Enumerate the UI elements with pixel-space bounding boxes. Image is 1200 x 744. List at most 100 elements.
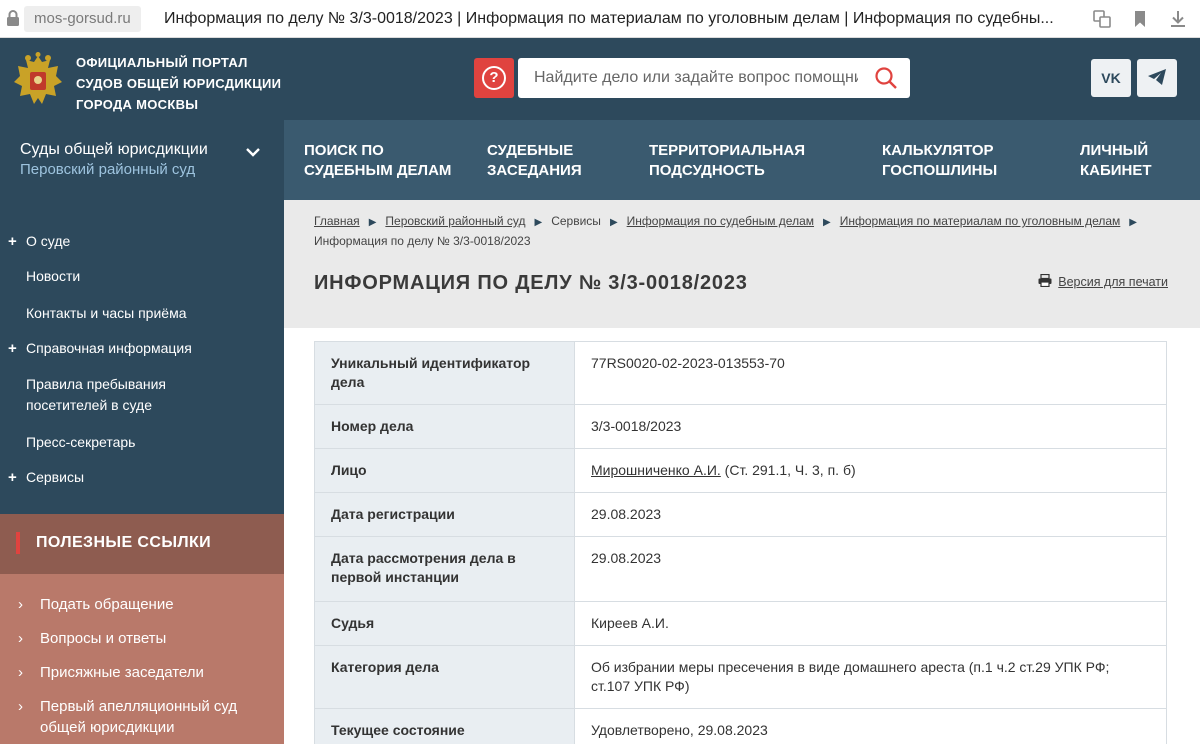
link-jurors[interactable]: › Присяжные заседатели xyxy=(0,662,284,683)
chevron-right-icon: › xyxy=(18,630,23,647)
link-submit-appeal[interactable]: › Подать обращение xyxy=(0,594,284,615)
sidebar-item-label: Сервисы xyxy=(26,469,85,485)
sidebar-item-label: Контакты и часы приёма xyxy=(26,305,187,321)
row-value: Удовлетворено, 29.08.2023 xyxy=(574,708,1167,744)
sidebar-item-label: Правила пребывания посетителей в суде xyxy=(26,376,167,413)
translate-icon[interactable] xyxy=(1090,7,1114,31)
sidebar-item-label: Новости xyxy=(26,268,81,284)
chevron-right-icon: ▶ xyxy=(1129,217,1137,228)
link-first-appeal-court[interactable]: › Первый апелляционный суд общей юрисдикц… xyxy=(0,696,250,738)
sidebar-item-label: Справочная информация xyxy=(26,340,192,356)
person-link[interactable]: Мирошниченко А.И. xyxy=(591,462,721,478)
chevron-right-icon: › xyxy=(18,664,23,681)
row-value: Об избрании меры пресечения в виде домаш… xyxy=(574,645,1167,709)
sidebar-item-news[interactable]: Новости xyxy=(0,266,284,287)
print-version-label: Версия для печати xyxy=(1058,275,1168,289)
row-value: 29.08.2023 xyxy=(574,492,1167,537)
table-row: Уникальный идентификатор дела 77RS0020-0… xyxy=(314,341,1167,405)
search-input[interactable] xyxy=(518,58,858,98)
row-key: Номер дела xyxy=(314,404,575,449)
link-faq[interactable]: › Вопросы и ответы xyxy=(0,628,284,649)
chevron-right-icon: ▶ xyxy=(823,217,831,228)
main-nav: Поиск по судебным делам Судебные заседания… xyxy=(284,120,1200,200)
breadcrumb-home[interactable]: Главная xyxy=(314,214,360,228)
nav-fee-calculator[interactable]: Калькулятор госпошлины xyxy=(882,141,997,181)
row-value: Мирошниченко А.И. (Ст. 291.1, Ч. 3, п. б… xyxy=(574,448,1167,493)
sidebar-item-label: Пресс-секретарь xyxy=(26,434,136,450)
row-key: Судья xyxy=(314,601,575,646)
table-row: Текущее состояние Удовлетворено, 29.08.2… xyxy=(314,708,1167,744)
row-value: 29.08.2023 xyxy=(574,536,1167,602)
portal-name-line3: города Москвы xyxy=(76,97,199,112)
sidebar-item-reference[interactable]: + Справочная информация xyxy=(0,338,284,359)
accent-bar xyxy=(16,532,20,554)
breadcrumb-case-info[interactable]: Информация по судебным делам xyxy=(627,214,814,228)
breadcrumb-services: Сервисы xyxy=(551,214,601,228)
link-label: Первый апелляционный суд общей юрисдикци… xyxy=(40,698,238,736)
sidebar-item-about[interactable]: + О суде xyxy=(0,231,284,252)
address-bar[interactable]: mos-gorsud.ru xyxy=(24,6,141,32)
page-title: Информация по делу № 3/3-0018/2023 xyxy=(314,272,748,294)
useful-links-title: Полезные ссылки xyxy=(36,534,212,551)
portal-name-line1: Официальный портал xyxy=(76,55,248,70)
sidebar-item-label: О суде xyxy=(26,233,71,249)
browser-page-title: Информация по делу № 3/3-0018/2023 | Инф… xyxy=(164,10,1054,27)
row-key: Категория дела xyxy=(314,645,575,709)
sidebar-item-contacts[interactable]: Контакты и часы приёма xyxy=(0,303,284,324)
link-label: Вопросы и ответы xyxy=(40,630,167,647)
telegram-button[interactable] xyxy=(1137,59,1177,97)
content-header: Главная ▶ Перовский районный суд ▶ Сервисы ▶ И… xyxy=(284,200,1200,328)
nav-personal-account[interactable]: Личный кабинет xyxy=(1080,141,1152,181)
breadcrumb-current: Информация по делу № 3/3-0018/2023 xyxy=(314,234,531,248)
vk-button[interactable]: VK xyxy=(1091,59,1131,97)
breadcrumb: Главная ▶ Перовский районный суд ▶ Сервисы ▶ И… xyxy=(314,212,1174,251)
coat-of-arms-logo[interactable] xyxy=(10,52,66,110)
nav-label: Калькулятор xyxy=(882,142,994,159)
table-row: Дата регистрации 29.08.2023 xyxy=(314,492,1167,537)
bookmark-icon[interactable] xyxy=(1128,7,1152,31)
portal-name[interactable]: Официальный портал судов общей юрисдикци… xyxy=(76,52,296,115)
table-row: Номер дела 3/3-0018/2023 xyxy=(314,404,1167,449)
telegram-icon xyxy=(1147,68,1167,89)
breadcrumb-court[interactable]: Перовский районный суд xyxy=(385,214,525,228)
nav-territorial-jurisdiction[interactable]: Территориальная подсудность xyxy=(649,141,805,181)
chevron-right-icon: › xyxy=(18,698,23,715)
vk-icon: VK xyxy=(1101,70,1121,86)
help-assistant-button[interactable]: ? xyxy=(474,58,514,98)
row-value: 77RS0020-02-2023-013553-70 xyxy=(574,341,1167,405)
search-icon[interactable] xyxy=(874,66,898,90)
breadcrumb-criminal-materials[interactable]: Информация по материалам по уголовным де… xyxy=(840,214,1121,228)
court-selector-pointer xyxy=(32,200,56,214)
nav-label: заседания xyxy=(487,162,582,179)
court-system-label: Суды общей юрисдикции xyxy=(20,141,208,158)
sidebar-item-visitor-rules[interactable]: Правила пребывания посетителей в суде xyxy=(0,374,250,416)
chevron-right-icon: ▶ xyxy=(534,217,543,228)
useful-links-list: › Подать обращение › Вопросы и ответы › При… xyxy=(0,574,284,744)
article-text: (Ст. 291.1, Ч. 3, п. б) xyxy=(720,462,856,478)
nav-label: судебным делам xyxy=(304,162,452,179)
download-icon[interactable] xyxy=(1166,7,1190,31)
row-key: Уникальный идентификатор дела xyxy=(314,341,575,405)
row-key: Дата регистрации xyxy=(314,492,575,537)
nav-case-search[interactable]: Поиск по судебным делам xyxy=(304,141,451,181)
sidebar-item-press-secretary[interactable]: Пресс-секретарь xyxy=(0,432,284,453)
portal-name-line2: судов общей юрисдикции xyxy=(76,76,282,91)
printer-icon xyxy=(1038,273,1052,290)
nav-label: Поиск по xyxy=(304,142,384,159)
nav-label: Судебные xyxy=(487,142,574,159)
sidebar-item-services[interactable]: + Сервисы xyxy=(0,467,284,488)
nav-label: госпошлины xyxy=(882,162,998,179)
link-label: Присяжные заседатели xyxy=(40,664,204,681)
search-box[interactable] xyxy=(518,58,910,98)
sidebar: + О суде Новости Контакты и часы приёма +… xyxy=(0,200,284,514)
chevron-right-icon: › xyxy=(18,596,23,613)
nav-court-sessions[interactable]: Судебные заседания xyxy=(487,141,582,181)
chevron-down-icon xyxy=(246,144,260,160)
browser-toolbar: mos-gorsud.ru Информация по делу № 3/3-0… xyxy=(0,0,1200,38)
court-selector[interactable]: Суды общей юрисдикции Перовский районный… xyxy=(0,120,284,200)
useful-links-header: Полезные ссылки xyxy=(0,514,284,574)
row-value: 3/3-0018/2023 xyxy=(574,404,1167,449)
lock-icon[interactable] xyxy=(6,9,20,27)
print-version-link[interactable]: Версия для печати xyxy=(1038,273,1168,290)
chevron-right-icon: ▶ xyxy=(609,217,618,228)
